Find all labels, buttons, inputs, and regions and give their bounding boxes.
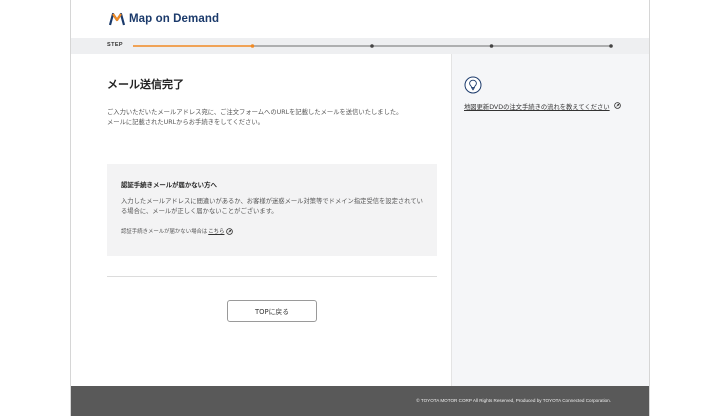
site-footer: © TOYOTA MOTOR CORP All Rights Reserved,…	[71, 386, 649, 416]
step-marker-1	[250, 44, 255, 48]
completion-description: ご入力いただいたメールアドレス宛に、ご注文フォームへのURLを記載したメールを送…	[107, 108, 437, 128]
notice-here-link[interactable]: こちら	[208, 227, 224, 235]
copyright-text: © TOYOTA MOTOR CORP All Rights Reserved,…	[416, 398, 611, 403]
email-not-received-notice: 認証手続きメールが届かない方へ 入力したメールアドレスに間違いがあるか、お客様が…	[107, 164, 437, 256]
step-marker-2	[370, 44, 374, 48]
section-divider	[107, 276, 437, 277]
step-marker-3	[489, 44, 494, 48]
brand-name: Map on Demand	[129, 13, 220, 25]
notice-body: 入力したメールアドレスに間違いがあるか、お客様が迷惑メール対策等でドメイン指定受…	[121, 198, 423, 215]
notice-link-row: 認証手続きメールが届かない場合は こちら	[121, 227, 423, 235]
back-to-top-button[interactable]: TOPに戻る	[227, 300, 317, 322]
page-frame: Map on Demand STEP メール送信完了 ご入力いただいたメールアド…	[70, 0, 650, 416]
external-link-icon	[226, 227, 234, 235]
site-header: Map on Demand	[71, 0, 649, 38]
main-content: メール送信完了 ご入力いただいたメールアドレス宛に、ご注文フォームへのURLを記…	[71, 54, 451, 386]
external-link-icon	[613, 102, 621, 109]
notice-link-prefix: 認証手続きメールが届かない場合は	[121, 229, 208, 235]
dvd-order-flow-link[interactable]: 地図更新DVDの注文手続きの流れを教えてください	[464, 102, 624, 113]
map-pin-logo-icon	[109, 12, 125, 26]
notice-title: 認証手続きメールが届かない方へ	[121, 181, 217, 189]
description-line-2: メールに記載されたURLからお手続きをしてください。	[107, 119, 264, 126]
lightbulb-icon	[464, 76, 482, 94]
page-title: メール送信完了	[107, 78, 184, 91]
step-marker-4	[609, 44, 613, 48]
step-progress-bar: STEP	[71, 38, 649, 54]
description-line-1: ご入力いただいたメールアドレス宛に、ご注文フォームへのURLを記載したメールを送…	[107, 109, 403, 116]
sidebar: 地図更新DVDの注文手続きの流れを教えてください	[451, 54, 649, 386]
step-track	[133, 44, 613, 48]
dvd-order-flow-link-label: 地図更新DVDの注文手続きの流れを教えてください	[464, 104, 610, 111]
brand-logo[interactable]: Map on Demand	[109, 10, 219, 28]
